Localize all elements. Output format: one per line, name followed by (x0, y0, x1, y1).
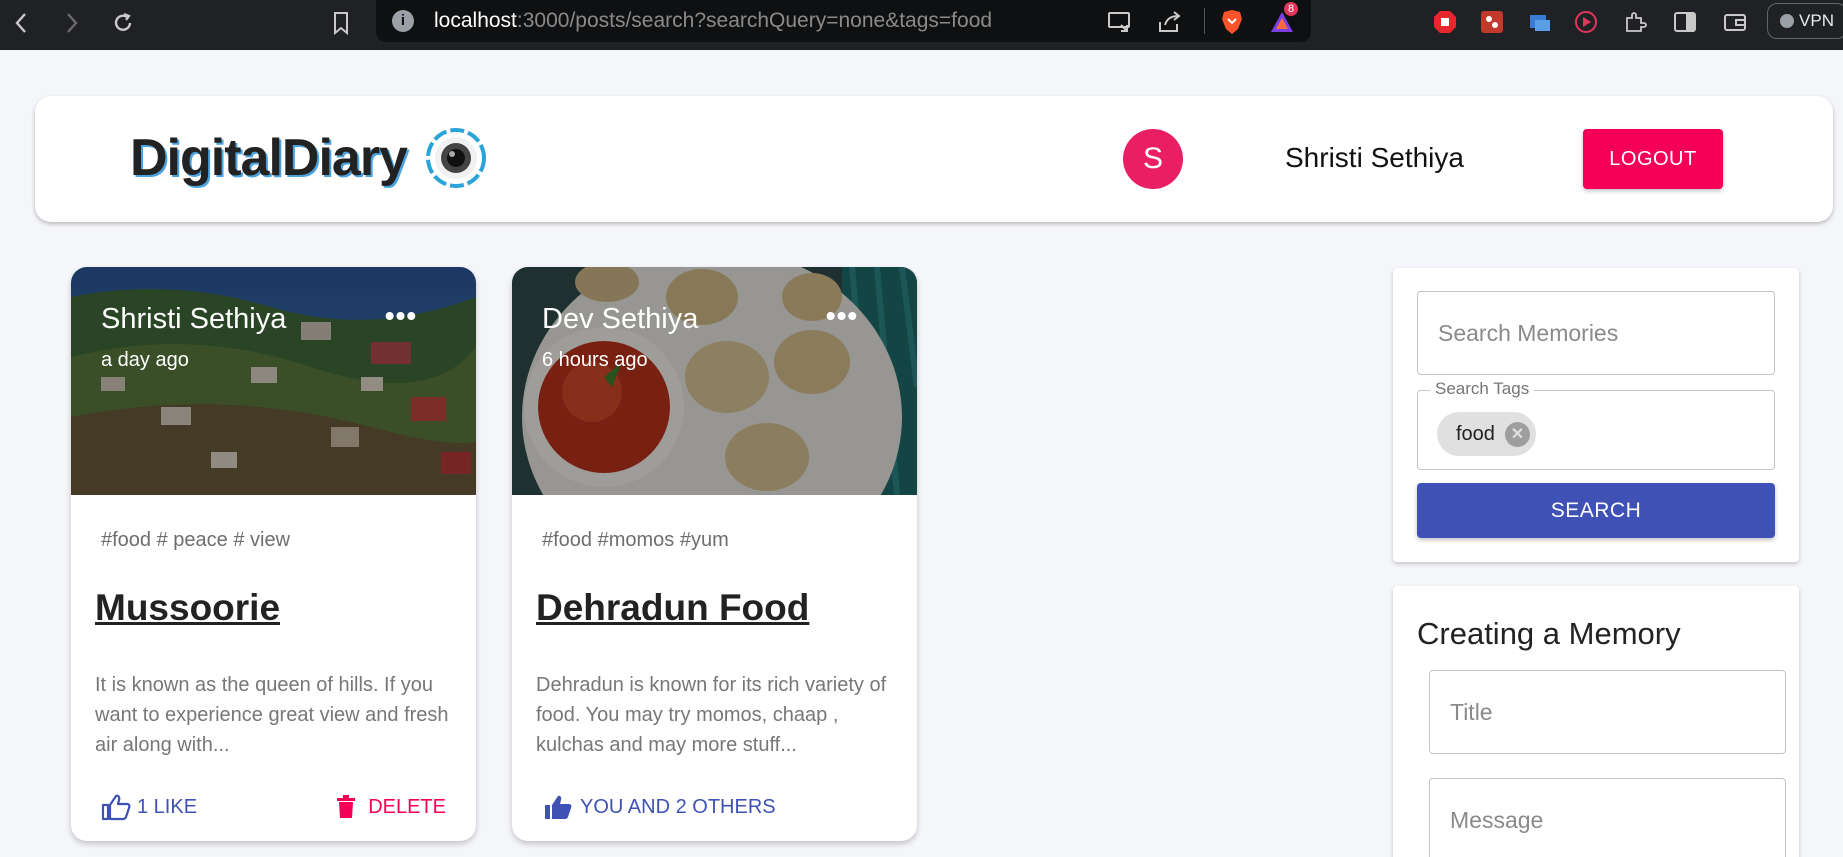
post-message: Dehradun is known for its rich variety o… (536, 674, 887, 756)
search-panel: Search Tags food ✕ SEARCH (1393, 268, 1799, 562)
url-path: :3000/posts/search?searchQuery=none&tags… (516, 9, 993, 32)
create-memory-form: Creating a Memory (1393, 586, 1799, 857)
post-card[interactable]: Dev Sethiya 6 hours ago ••• #food #momos… (512, 267, 917, 841)
forward-icon[interactable] (57, 8, 87, 38)
post-title[interactable]: Mussoorie (95, 587, 280, 629)
extensions-icon[interactable] (1621, 8, 1649, 36)
post-message: It is known as the queen of hills. If yo… (95, 674, 449, 756)
brave-rewards-icon[interactable]: 8 (1268, 2, 1299, 36)
post-author: Shristi Sethiya (101, 303, 287, 335)
extension-red-icon[interactable] (1478, 8, 1506, 36)
like-button[interactable]: 1 LIKE (101, 787, 197, 827)
chip-remove-icon[interactable]: ✕ (1504, 421, 1530, 447)
brand-title[interactable]: DigitalDiary (130, 128, 408, 188)
avatar[interactable]: S (1123, 129, 1183, 189)
search-tags-field[interactable]: Search Tags food ✕ (1417, 379, 1775, 470)
post-author: Dev Sethiya (542, 303, 699, 335)
vpn-status-icon (1780, 14, 1795, 28)
post-title[interactable]: Dehradun Food (536, 587, 809, 629)
post-actions: YOU AND 2 OTHERS (512, 787, 917, 837)
post-card[interactable]: Shristi Sethiya a day ago ••• #food # pe… (71, 267, 476, 841)
tag-chip-label: food (1456, 422, 1495, 445)
app-header: DigitalDiary S Shristi Sethiya LOGOUT (35, 96, 1833, 222)
thumb-up-filled-icon (545, 795, 572, 819)
extension-blue-icon[interactable] (1526, 8, 1554, 36)
site-info-icon[interactable]: i (392, 10, 414, 32)
like-label: 1 LIKE (137, 795, 198, 818)
sidebar-icon[interactable] (1671, 8, 1699, 36)
tag-chip[interactable]: food ✕ (1437, 412, 1536, 456)
logout-button[interactable]: LOGOUT (1583, 129, 1723, 189)
url-text: localhost:3000/posts/search?searchQuery=… (434, 9, 992, 33)
search-button[interactable]: SEARCH (1417, 483, 1775, 538)
post-actions: 1 LIKE DELETE (71, 787, 476, 837)
form-heading: Creating a Memory (1417, 616, 1681, 651)
trash-icon (337, 795, 356, 818)
delete-label: DELETE (368, 795, 446, 818)
wallet-icon[interactable] (1721, 8, 1749, 36)
address-bar[interactable]: i localhost:3000/posts/search?searchQuer… (376, 0, 1311, 42)
post-tags: #food #momos #yum (542, 529, 729, 551)
reload-icon[interactable] (108, 8, 138, 38)
bookmark-icon[interactable] (326, 8, 356, 38)
search-tags-label: Search Tags (1430, 379, 1535, 399)
message-field[interactable] (1429, 778, 1786, 857)
user-name: Shristi Sethiya (1285, 142, 1464, 173)
browser-toolbar: i localhost:3000/posts/search?searchQuer… (0, 0, 1843, 50)
toolbar-divider (1204, 8, 1205, 34)
more-options-icon[interactable]: ••• (822, 302, 862, 335)
vpn-label: VPN (1799, 11, 1834, 30)
adblock-icon[interactable] (1431, 8, 1459, 36)
post-time: a day ago (101, 349, 189, 371)
extension-play-icon[interactable] (1572, 8, 1600, 36)
post-time: 6 hours ago (542, 349, 648, 371)
url-host: localhost (434, 9, 517, 32)
delete-button[interactable]: DELETE (336, 787, 446, 827)
back-icon[interactable] (6, 8, 36, 38)
cast-icon[interactable] (1106, 8, 1134, 36)
vpn-button[interactable]: VPN (1767, 3, 1843, 39)
like-button[interactable]: YOU AND 2 OTHERS (544, 787, 776, 827)
rewards-badge: 8 (1284, 2, 1299, 16)
brave-shields-icon[interactable] (1218, 8, 1246, 36)
post-tags: #food # peace # view (101, 529, 291, 551)
more-options-icon[interactable]: ••• (381, 302, 421, 335)
camera-lens-logo-icon (426, 128, 486, 188)
thumb-up-outline-icon (101, 794, 131, 821)
title-field[interactable] (1429, 670, 1786, 754)
search-input[interactable] (1417, 291, 1775, 375)
like-label: YOU AND 2 OTHERS (580, 795, 776, 818)
share-icon[interactable] (1156, 8, 1184, 36)
